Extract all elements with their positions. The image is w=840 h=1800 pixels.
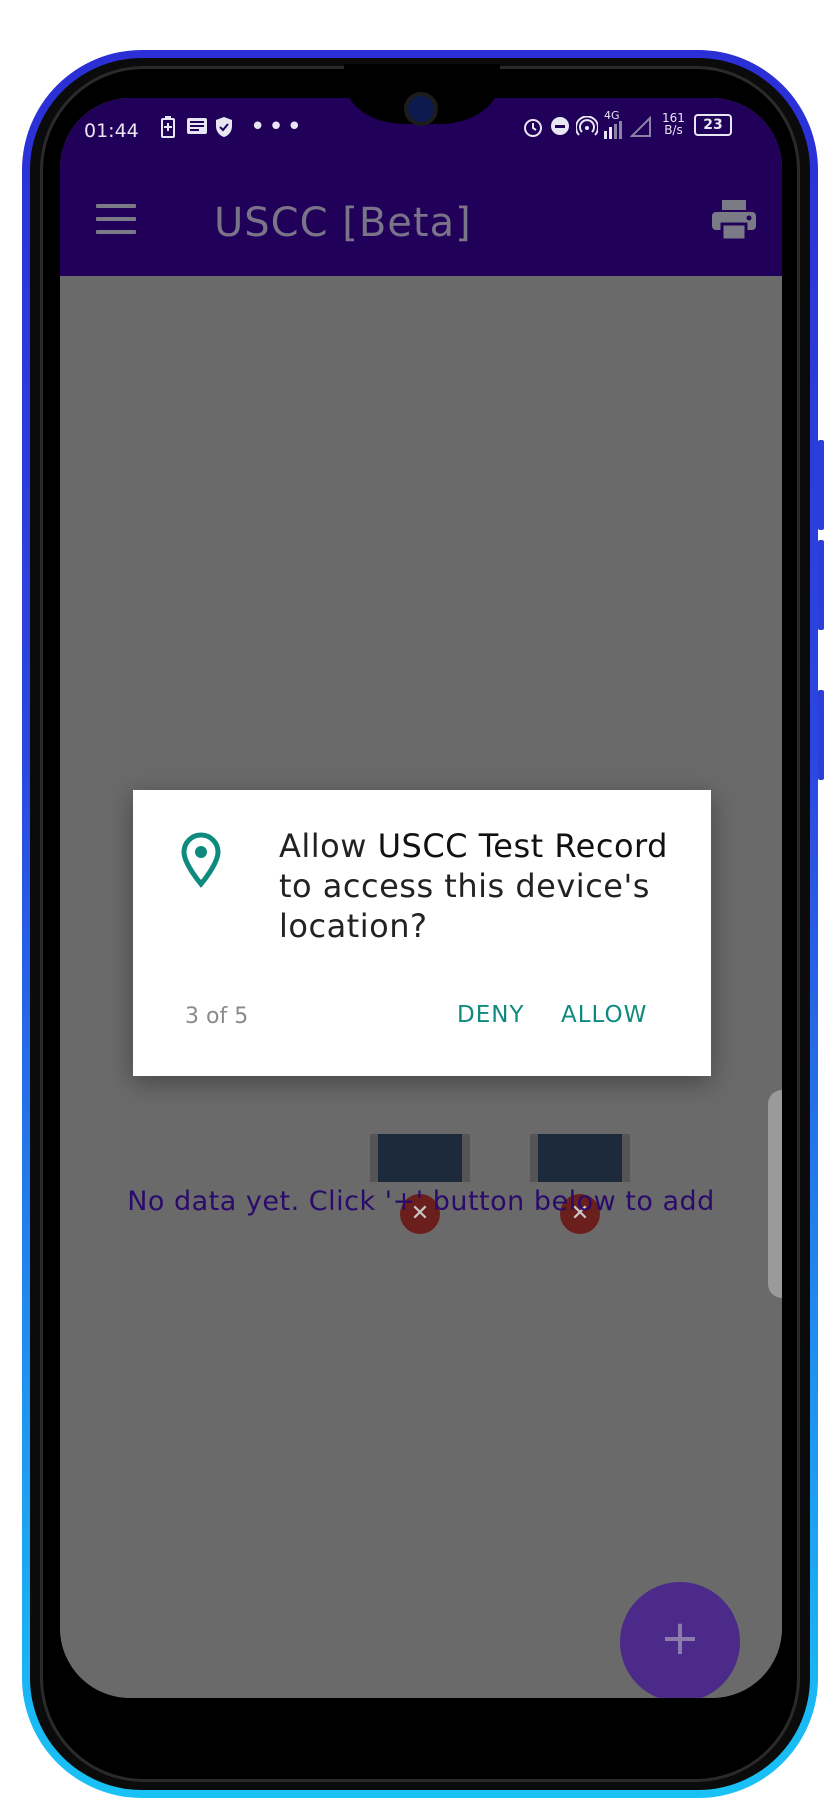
alarm-icon xyxy=(522,116,544,143)
hotspot-icon xyxy=(575,115,599,143)
edge-panel-handle[interactable] xyxy=(768,1090,782,1298)
battery-level: 23 xyxy=(703,117,723,133)
network-speed: 161 B/s xyxy=(662,112,685,136)
app-bar: USCC [Beta] xyxy=(60,162,782,276)
screen: 01:44 ••• 4G 161 B/s 23 USCC [Beta] ✕ ✕ … xyxy=(60,98,782,1698)
page-title: USCC [Beta] xyxy=(214,200,472,246)
status-time: 01:44 xyxy=(84,120,139,142)
speed-unit: B/s xyxy=(664,123,683,137)
dialog-counter: 3 of 5 xyxy=(185,1004,249,1029)
news-icon xyxy=(186,116,208,141)
location-pin-icon xyxy=(181,832,221,888)
battery-icon: 23 xyxy=(694,114,732,136)
dialog-text-suffix: to access this device's location? xyxy=(279,867,650,945)
empty-state-message: No data yet. Click '+' button below to a… xyxy=(127,1186,715,1217)
4g-signal-icon: 4G xyxy=(604,110,624,139)
permission-dialog: Allow USCC Test Record to access this de… xyxy=(133,790,711,1076)
signal-icon xyxy=(629,115,652,143)
shield-icon xyxy=(214,116,234,143)
more-dots-icon: ••• xyxy=(250,112,306,142)
print-icon[interactable] xyxy=(712,200,756,242)
battery-saver-icon xyxy=(160,116,176,143)
dialog-app-name: USCC Test Record xyxy=(377,827,668,865)
dialog-text-prefix: Allow xyxy=(279,827,378,865)
deny-button[interactable]: DENY xyxy=(457,1002,525,1028)
dialog-message: Allow USCC Test Record to access this de… xyxy=(279,826,679,946)
dnd-icon xyxy=(550,116,570,141)
allow-button[interactable]: ALLOW xyxy=(561,1002,647,1028)
add-button[interactable]: + xyxy=(620,1582,740,1698)
hamburger-icon[interactable] xyxy=(96,204,136,234)
volume-up-button xyxy=(818,540,824,630)
front-camera xyxy=(404,92,438,126)
volume-down-button xyxy=(818,690,824,780)
network-4g-label: 4G xyxy=(604,109,620,122)
power-button xyxy=(818,440,824,530)
